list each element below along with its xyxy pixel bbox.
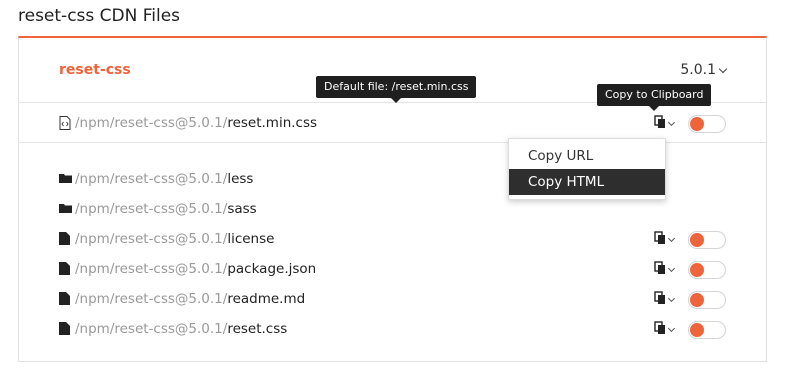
page-title: reset-css CDN Files	[18, 6, 181, 26]
file-actions	[654, 230, 726, 249]
copy-button[interactable]	[654, 230, 676, 249]
file-row[interactable]: /npm/reset-css@5.0.1/license	[59, 230, 274, 248]
file-path-prefix: /npm/reset-css@5.0.1/	[75, 201, 228, 217]
copy-button[interactable]	[654, 260, 676, 279]
code-file-icon	[59, 116, 71, 130]
select-toggle[interactable]	[688, 230, 726, 249]
copy-icon	[654, 290, 667, 309]
file-row[interactable]: /npm/reset-css@5.0.1/package.json	[59, 260, 316, 278]
file-name: reset.min.css	[227, 115, 318, 131]
select-toggle[interactable]	[688, 290, 726, 309]
chevron-down-icon	[667, 324, 676, 332]
copy-button[interactable]	[654, 320, 676, 339]
folder-row[interactable]: /npm/reset-css@5.0.1/less	[59, 170, 253, 188]
file-path-prefix: /npm/reset-css@5.0.1/	[75, 115, 228, 131]
default-file-tooltip: Default file: /reset.min.css	[316, 76, 477, 103]
file-icon	[59, 262, 71, 276]
menu-item-copy-url[interactable]: Copy URL	[509, 143, 665, 169]
file-name: sass	[227, 201, 257, 217]
copy-icon	[654, 230, 667, 249]
toggle-knob	[690, 232, 704, 247]
file-name: license	[227, 231, 275, 247]
copy-icon	[654, 260, 667, 279]
copy-icon	[654, 320, 667, 339]
folder-icon	[59, 172, 72, 186]
toggle-knob	[690, 292, 704, 307]
chevron-down-icon	[718, 64, 728, 73]
file-name: readme.md	[227, 291, 306, 307]
select-toggle[interactable]	[688, 260, 726, 279]
file-name: package.json	[227, 261, 317, 277]
main-file-row[interactable]: /npm/reset-css@5.0.1/reset.min.css	[59, 114, 317, 132]
menu-item-copy-html[interactable]: Copy HTML	[509, 169, 665, 195]
file-icon	[59, 322, 71, 336]
file-actions	[654, 320, 726, 339]
file-name: reset.css	[227, 321, 288, 337]
version-select[interactable]: 5.0.1	[680, 62, 728, 78]
copy-menu: Copy URL Copy HTML	[508, 138, 666, 200]
file-icon	[59, 292, 71, 306]
chevron-down-icon	[667, 294, 676, 302]
version-label: 5.0.1	[680, 62, 716, 78]
copy-button[interactable]	[654, 290, 676, 309]
file-path-prefix: /npm/reset-css@5.0.1/	[75, 231, 228, 247]
file-row[interactable]: /npm/reset-css@5.0.1/reset.css	[59, 320, 287, 338]
chevron-down-icon	[667, 234, 676, 242]
copy-tooltip: Copy to Clipboard	[597, 84, 712, 111]
file-path-prefix: /npm/reset-css@5.0.1/	[75, 291, 228, 307]
file-icon	[59, 232, 71, 246]
toggle-knob	[690, 322, 704, 337]
file-actions	[654, 290, 726, 309]
package-name[interactable]: reset-css	[59, 62, 131, 78]
file-name: less	[227, 171, 254, 187]
file-path-prefix: /npm/reset-css@5.0.1/	[75, 321, 228, 337]
toggle-knob	[690, 116, 704, 131]
file-actions	[654, 260, 726, 279]
file-row[interactable]: /npm/reset-css@5.0.1/readme.md	[59, 290, 305, 308]
folder-row[interactable]: /npm/reset-css@5.0.1/sass	[59, 200, 257, 218]
file-path-prefix: /npm/reset-css@5.0.1/	[75, 171, 228, 187]
chevron-down-icon	[667, 264, 676, 272]
copy-icon	[654, 114, 667, 133]
file-path-prefix: /npm/reset-css@5.0.1/	[75, 261, 228, 277]
toggle-knob	[690, 262, 704, 277]
select-toggle[interactable]	[688, 320, 726, 339]
select-toggle[interactable]	[688, 114, 726, 133]
copy-button[interactable]	[654, 114, 676, 133]
chevron-down-icon	[667, 118, 676, 126]
main-file-actions	[654, 114, 726, 133]
folder-icon	[59, 202, 72, 216]
